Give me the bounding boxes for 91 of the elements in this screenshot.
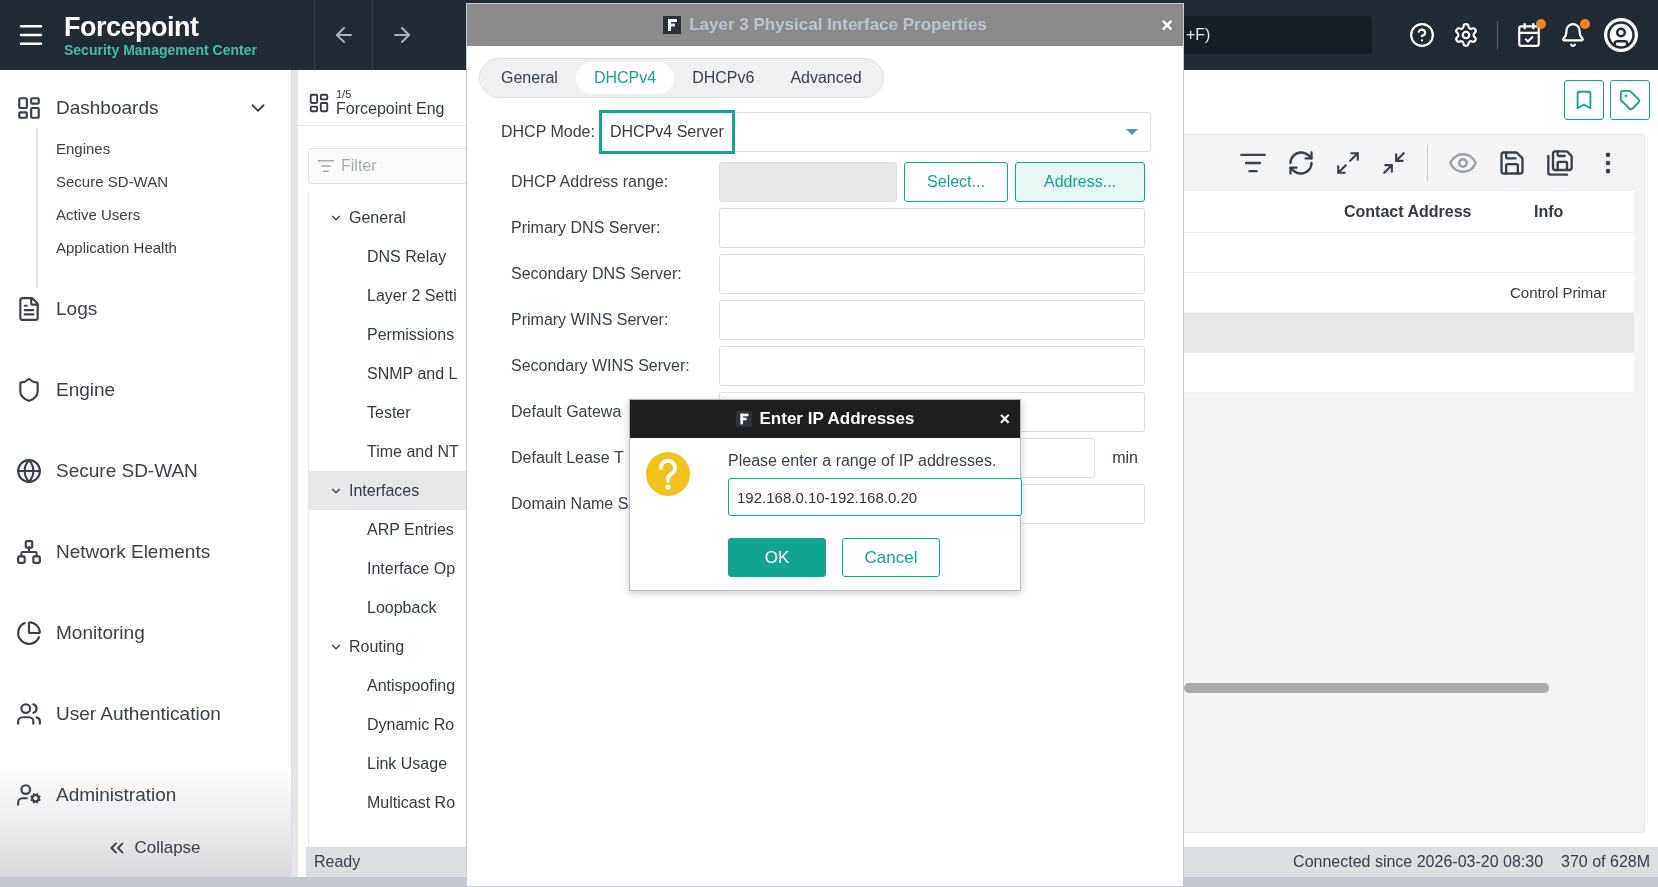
dashboard-icon (16, 95, 42, 121)
field-label: DHCP Address range: (511, 173, 670, 191)
search-field[interactable]: +F) (1184, 16, 1372, 54)
nav-item[interactable]: Engine (56, 378, 116, 401)
logo-icon (735, 411, 752, 427)
dashboard-icon (308, 91, 330, 114)
logo-name: Forcepoint (64, 12, 200, 42)
expand-icon[interactable] (1335, 150, 1361, 176)
logo-icon (663, 16, 682, 34)
field-label: Default Gatewa (511, 403, 623, 421)
page-counter: 1/5 (336, 87, 353, 100)
nav-item[interactable]: Network Elements (56, 540, 211, 563)
tag-icon (1619, 89, 1641, 111)
text-field[interactable] (719, 346, 1145, 386)
globe-icon (16, 457, 42, 484)
logo-subtitle: Security Management Center (64, 42, 258, 58)
help-icon[interactable] (1409, 22, 1435, 48)
unit-label: min (1111, 449, 1138, 467)
shield-icon (16, 376, 42, 403)
tree-item[interactable]: Interfaces (309, 471, 466, 510)
table-cell-text: Control Primar (1510, 284, 1608, 301)
nav-item[interactable]: Dashboards (56, 97, 159, 119)
nav-item[interactable]: Secure SD-WAN (56, 459, 198, 482)
breadcrumb-title: Forcepoint Eng (336, 99, 445, 118)
scrollbar[interactable] (1184, 683, 1549, 693)
tree-item[interactable]: Interface Op (309, 549, 466, 588)
text-field[interactable] (719, 254, 1145, 294)
avatar-icon[interactable] (1604, 18, 1638, 52)
column-header: Info (1534, 202, 1565, 221)
question-icon (646, 452, 690, 496)
tab[interactable]: Advanced (772, 62, 880, 94)
users-icon (16, 700, 42, 727)
tab[interactable]: DHCPv6 (674, 62, 773, 94)
refresh-icon[interactable] (1287, 149, 1315, 177)
nav-subitem[interactable]: Active Users (56, 198, 291, 231)
dialog-title: Enter IP Addresses (759, 409, 915, 429)
tab[interactable]: General (483, 62, 576, 94)
document-icon (16, 295, 42, 322)
collapse-link[interactable]: Collapse (134, 838, 201, 858)
text-field[interactable] (719, 300, 1145, 340)
tree-item[interactable]: Tester (309, 393, 466, 432)
tree-item[interactable]: Routing (309, 627, 466, 666)
nav-subitem[interactable]: Secure SD-WAN (56, 165, 291, 198)
dialog-message: Please enter a range of IP addresses. (728, 452, 998, 470)
tree-item[interactable]: SNMP and L (309, 354, 466, 393)
collapse-icon[interactable] (1381, 150, 1407, 176)
nav-item[interactable]: Administration (56, 783, 177, 806)
nav-item[interactable]: Logs (56, 297, 98, 320)
nav-subitem[interactable]: Application Health (56, 231, 291, 264)
nav-item[interactable]: User Authentication (56, 702, 221, 725)
dialog-title: Layer 3 Physical Interface Properties (689, 15, 987, 35)
mode-dropdown[interactable]: DHCPv4 Server (600, 112, 1151, 152)
ip-range-input[interactable]: 192.168.0.10-192.168.0.20 (728, 478, 1022, 516)
field-label: Primary DNS Server: (511, 219, 662, 237)
dropdown-value: DHCPv4 Server (598, 110, 735, 154)
pie-chart-icon (16, 619, 42, 646)
field-label: Secondary WINS Server: (511, 357, 691, 375)
tree-item[interactable]: Loopback (309, 588, 466, 627)
tree-item[interactable]: Antispoofing (309, 666, 466, 705)
user-gear-icon (16, 781, 42, 808)
nav-subitem[interactable]: Engines (56, 132, 291, 165)
tree-item[interactable]: Layer 2 Setti (309, 276, 466, 315)
network-icon (16, 538, 42, 565)
nav-item[interactable]: Monitoring (56, 621, 145, 644)
tag-button[interactable] (1610, 80, 1650, 120)
tree-item[interactable]: Time and NT (309, 432, 466, 471)
text-field[interactable] (719, 208, 1145, 248)
tree-item[interactable]: ARP Entries (309, 510, 466, 549)
field-label: Primary WINS Server: (511, 311, 670, 329)
column-header: Contact Address (1344, 202, 1473, 221)
connection-status: Connected since 2026-03-20 08:30 (1293, 853, 1544, 871)
tree-item[interactable]: Dynamic Ro (309, 705, 466, 744)
tree-item[interactable]: General (309, 198, 466, 237)
tree-item[interactable]: Permissions (309, 315, 466, 354)
memory-status: 370 of 628M (1561, 853, 1650, 871)
filter-icon (317, 157, 335, 175)
tree-item[interactable]: DNS Relay (309, 237, 466, 276)
save-as-icon[interactable] (1546, 149, 1574, 177)
field-label: DHCP Mode: (501, 123, 595, 141)
settings-icon[interactable] (1453, 22, 1479, 48)
status-text: Ready (306, 847, 466, 877)
field-label: Domain Name S (511, 495, 630, 513)
bookmark-button[interactable] (1564, 80, 1604, 120)
table-row[interactable]: Control Primar (1184, 273, 1634, 313)
close-button[interactable]: × (999, 408, 1010, 430)
caret-icon (1126, 129, 1138, 135)
field-label: Default Lease T (511, 449, 625, 467)
save-icon[interactable] (1498, 149, 1526, 177)
tree-item[interactable]: Link Usage (309, 744, 466, 783)
field-label: Secondary DNS Server: (511, 265, 683, 283)
tree-item[interactable]: Multicast Ro (309, 783, 466, 822)
